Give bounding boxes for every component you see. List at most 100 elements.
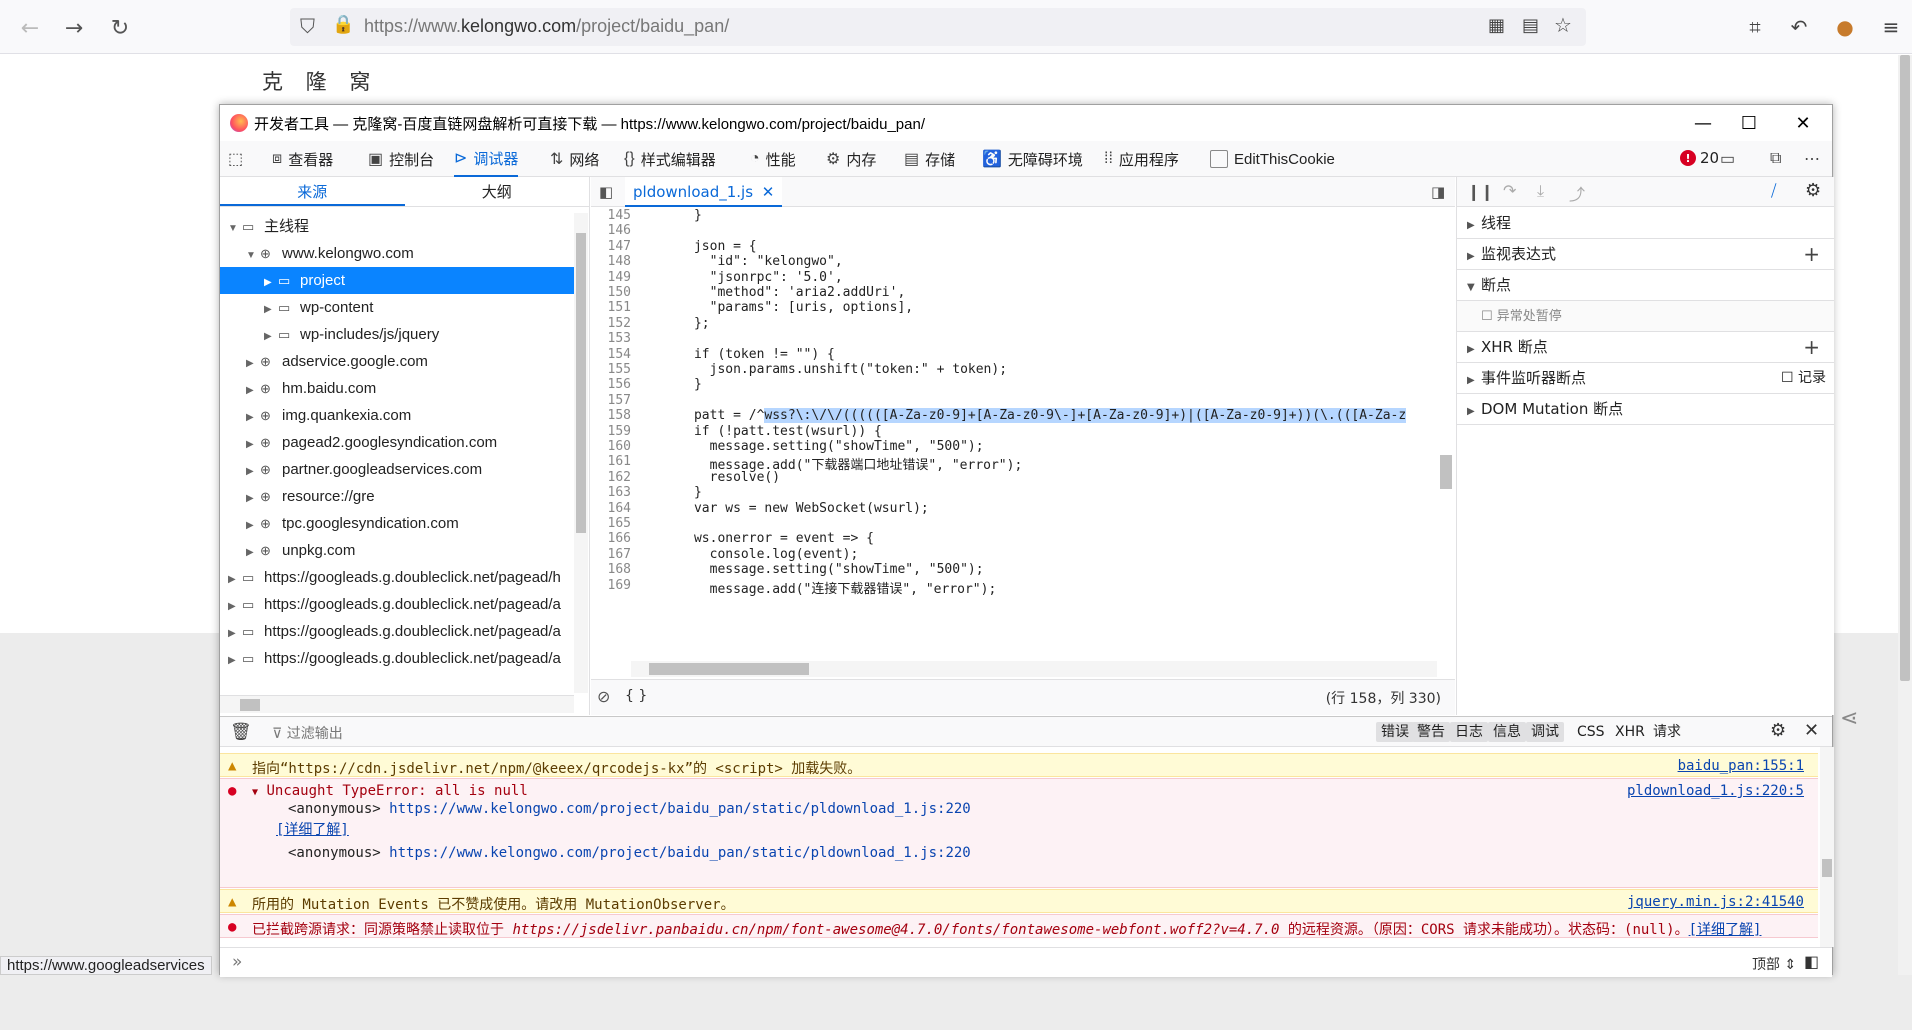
tool-editthiscookie[interactable]: EditThisCookie: [1210, 141, 1335, 177]
sidebar-section[interactable]: ▶ DOM Mutation 断点: [1457, 394, 1834, 425]
tree-item[interactable]: ▶ ▭ https://googleads.g.doubleclick.net/pa…: [220, 645, 574, 672]
line-number[interactable]: 158: [591, 408, 631, 423]
message-source[interactable]: pldownload_1.js:220:5: [1627, 783, 1804, 799]
tool-network[interactable]: ⇅ 网络: [550, 141, 599, 177]
console-filter-5[interactable]: CSS: [1572, 722, 1610, 742]
line-number[interactable]: 155: [591, 362, 631, 377]
message-source[interactable]: jquery.min.js:2:41540: [1627, 894, 1804, 910]
minimize-button[interactable]: —: [1680, 109, 1726, 137]
console-filter-0[interactable]: 错误: [1376, 722, 1414, 742]
tree-item[interactable]: ▶ ⊕ img.quankexia.com: [220, 402, 574, 429]
line-number[interactable]: 166: [591, 531, 631, 546]
expand-triangle-icon[interactable]: ▼: [252, 787, 258, 798]
tool-inspector[interactable]: ⧈ 查看器: [272, 141, 333, 177]
close-console-icon[interactable]: ✕: [1804, 720, 1819, 741]
step-over-icon[interactable]: ↷: [1503, 181, 1516, 200]
tree-item[interactable]: ▶ ⊕ unpkg.com: [220, 537, 574, 564]
tool-storage[interactable]: ▤ 存储: [904, 141, 955, 177]
screenshot-icon[interactable]: ⌗: [1740, 12, 1770, 42]
tool-application[interactable]: ⁞⁞ 应用程序: [1104, 141, 1179, 177]
tree-item[interactable]: ▶ ⊕ pagead2.googlesyndication.com: [220, 429, 574, 456]
editor-horizontal-scrollbar[interactable]: [631, 661, 1437, 677]
console-filter-1[interactable]: 警告: [1412, 722, 1450, 742]
console-filter-4[interactable]: 调试: [1526, 722, 1564, 742]
tool-memory[interactable]: ⚙ 内存: [826, 141, 876, 177]
page-scrollbar-thumb[interactable]: [1900, 55, 1910, 681]
tree-item[interactable]: ▶ ⊕ resource://gre: [220, 483, 574, 510]
tree-horizontal-scrollbar[interactable]: [220, 695, 574, 713]
tree-vertical-scrollbar[interactable]: [574, 213, 588, 693]
error-count-badge[interactable]: ! 20: [1680, 149, 1719, 167]
console-input[interactable]: » 顶部 ⇕ ◧: [220, 947, 1832, 977]
line-number[interactable]: 157: [591, 393, 631, 408]
shield-icon[interactable]: ⛉: [300, 14, 315, 38]
more-options-button[interactable]: ⋯: [1804, 141, 1820, 177]
back-button[interactable]: ←: [14, 12, 46, 44]
menu-icon[interactable]: ≡: [1876, 12, 1906, 42]
reload-button[interactable]: ↻: [104, 12, 136, 44]
file-tab-pldownload[interactable]: pldownload_1.js ✕: [625, 177, 783, 207]
line-number[interactable]: 153: [591, 331, 631, 346]
line-number[interactable]: 167: [591, 547, 631, 562]
line-number[interactable]: 160: [591, 439, 631, 454]
tree-item[interactable]: ▶ ▭ https://googleads.g.doubleclick.net/pa…: [220, 591, 574, 618]
line-number[interactable]: 152: [591, 316, 631, 331]
sidebar-section[interactable]: ▶ 监视表达式 +: [1457, 239, 1834, 270]
editor-hscroll-thumb[interactable]: [649, 663, 809, 675]
url-bar[interactable]: ⛉ 🔒 https://www.kelongwo.com/project/bai…: [290, 8, 1586, 46]
stack-url[interactable]: https://www.kelongwo.com/project/baidu_p…: [389, 801, 971, 817]
line-number[interactable]: 154: [591, 347, 631, 362]
share-icon[interactable]: ⋖: [1840, 706, 1858, 731]
close-tab-icon[interactable]: ✕: [762, 183, 775, 201]
line-number[interactable]: 164: [591, 501, 631, 516]
cookie-icon[interactable]: ●: [1830, 12, 1860, 42]
line-number[interactable]: 151: [591, 300, 631, 315]
pause-icon[interactable]: ❙❙: [1467, 182, 1494, 201]
learn-more-link[interactable]: [详细了解]: [276, 819, 349, 839]
tree-item[interactable]: ▶ ⊕ partner.googleadservices.com: [220, 456, 574, 483]
line-number[interactable]: 163: [591, 485, 631, 500]
tab-outline[interactable]: 大纲: [405, 177, 590, 206]
tree-item[interactable]: ▼ ⊕ www.kelongwo.com: [220, 240, 574, 267]
tool-style-editor[interactable]: {} 样式编辑器: [624, 141, 716, 177]
console-filter-6[interactable]: XHR: [1610, 722, 1650, 742]
line-number[interactable]: 161: [591, 454, 631, 469]
trash-icon[interactable]: 🗑: [230, 722, 252, 742]
tree-item[interactable]: ▶ ⊕ tpc.googlesyndication.com: [220, 510, 574, 537]
tree-item[interactable]: ▶ ⊕ hm.baidu.com: [220, 375, 574, 402]
console-filter-7[interactable]: 请求: [1648, 722, 1686, 742]
tool-debugger[interactable]: ⊳ 调试器: [454, 141, 519, 177]
pretty-print-button[interactable]: { }: [625, 688, 647, 704]
tool-console[interactable]: ▣ 控制台: [368, 141, 434, 177]
tree-item[interactable]: ▶ ▭ https://googleads.g.doubleclick.net/pa…: [220, 618, 574, 645]
forward-button[interactable]: →: [58, 12, 90, 44]
line-number[interactable]: 169: [591, 578, 631, 593]
pause-on-exceptions[interactable]: ☐ 异常处暂停: [1457, 301, 1834, 332]
undo-icon[interactable]: ↶: [1784, 12, 1814, 42]
tree-item[interactable]: ▼ ▭ 主线程: [220, 213, 574, 240]
url-text[interactable]: https://www.kelongwo.com/project/baidu_p…: [364, 16, 729, 37]
console-filter-3[interactable]: 信息: [1488, 722, 1526, 742]
sidebar-section[interactable]: ▼ 断点: [1457, 270, 1834, 301]
log-checkbox[interactable]: ☐ 记录: [1781, 363, 1826, 394]
line-number[interactable]: 146: [591, 223, 631, 238]
close-window-button[interactable]: ✕: [1780, 109, 1826, 137]
editor-vertical-scrollbar[interactable]: [1437, 207, 1455, 661]
pick-element-button[interactable]: ⬚: [228, 141, 243, 177]
tree-vscroll-thumb[interactable]: [576, 233, 586, 533]
line-number[interactable]: 159: [591, 424, 631, 439]
console-filter-2[interactable]: 日志: [1450, 722, 1488, 742]
line-number[interactable]: 162: [591, 470, 631, 485]
lock-icon[interactable]: 🔒: [332, 14, 354, 35]
console-vscroll-thumb[interactable]: [1822, 859, 1832, 877]
sidebar-section[interactable]: ▶ 事件监听器断点 ☐ 记录: [1457, 363, 1834, 394]
dock-button[interactable]: ⧉: [1770, 141, 1781, 177]
line-number[interactable]: 168: [591, 562, 631, 577]
line-number[interactable]: 147: [591, 239, 631, 254]
tree-item-selected[interactable]: ▶ ▭ project: [220, 267, 574, 294]
console-settings-icon[interactable]: ⚙: [1770, 720, 1786, 741]
deactivate-breakpoints-icon[interactable]: ⧸: [1771, 181, 1776, 201]
add-icon[interactable]: +: [1803, 332, 1820, 363]
line-number[interactable]: 145: [591, 208, 631, 223]
sidebar-section[interactable]: ▶ 线程: [1457, 208, 1834, 239]
